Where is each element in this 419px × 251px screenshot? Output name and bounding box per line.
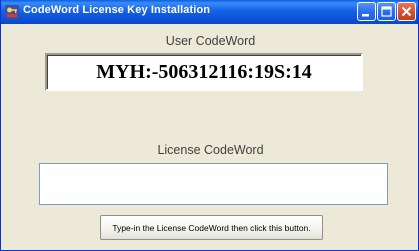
- license-codeword-input[interactable]: [39, 163, 388, 205]
- title-bar[interactable]: CodeWord License Key Installation: [1, 0, 418, 24]
- close-icon: [401, 6, 412, 17]
- window-title: CodeWord License Key Installation: [23, 4, 211, 16]
- minimize-icon: [362, 14, 369, 17]
- close-button[interactable]: [397, 2, 416, 21]
- maximize-icon: [381, 6, 392, 17]
- license-installation-window: CodeWord License Key Installation User C…: [0, 0, 419, 251]
- user-codeword-label: User CodeWord: [165, 34, 256, 48]
- install-license-button[interactable]: Type-in the License CodeWord then click …: [100, 215, 323, 240]
- user-codeword-value: MYH:-506312116:19S:14: [96, 61, 312, 83]
- license-codeword-label: License CodeWord: [157, 143, 264, 157]
- minimize-button[interactable]: [357, 2, 376, 21]
- user-codeword-display: MYH:-506312116:19S:14: [45, 53, 363, 91]
- maximize-button[interactable]: [377, 2, 396, 21]
- app-key-icon: [4, 4, 20, 20]
